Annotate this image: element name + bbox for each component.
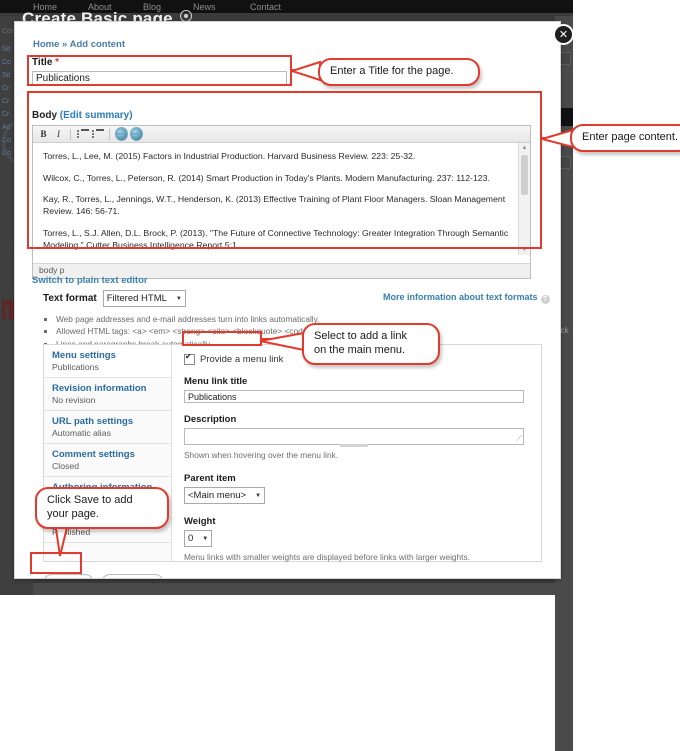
tab-title: Revision information	[52, 383, 147, 394]
preview-button[interactable]: Preview	[100, 574, 165, 578]
parent-item-select[interactable]: <Main menu> ▼	[184, 487, 266, 504]
description-label: Description	[184, 414, 237, 425]
text-format-label: Text format	[43, 293, 97, 304]
description-hint: Shown when hovering over the menu link.	[184, 450, 339, 460]
scroll-down-icon[interactable]: ▼	[519, 245, 530, 255]
sidebar-item-revision-information[interactable]: Revision information No revision	[44, 378, 171, 411]
background-bottom-bar	[33, 583, 555, 595]
required-asterisk: *	[55, 57, 60, 68]
bulleted-list-icon[interactable]	[91, 128, 104, 141]
chevron-down-icon: ▼	[202, 535, 209, 542]
toolbar-separator	[70, 128, 71, 140]
link-globe-icon[interactable]	[115, 127, 128, 141]
nav-item-contact[interactable]: Contact	[250, 2, 281, 12]
description-textarea[interactable]: ⟋	[184, 428, 524, 447]
text-format-selected-value: Filtered HTML	[106, 293, 167, 304]
ghost-link: Cr	[2, 111, 10, 118]
callout-body: Enter page content.	[570, 124, 680, 152]
edit-summary-link[interactable]: (Edit summary)	[60, 110, 133, 121]
editor-paragraph: Torres, L., C. Unahabhokha. (2012). "Mas…	[43, 261, 520, 263]
toolbar-separator	[109, 128, 110, 140]
parent-item-label: Parent item	[184, 473, 236, 484]
weight-hint: Menu links with smaller weights are disp…	[184, 552, 470, 562]
tab-summary: Publications	[52, 362, 99, 372]
title-field-group: Title *	[32, 57, 292, 86]
background-logo-mark: |'||	[1, 298, 16, 320]
editor-toolbar: B I	[33, 126, 530, 143]
chevron-down-icon: ▼	[255, 492, 262, 499]
breadcrumb[interactable]: Home » Add content	[33, 39, 125, 50]
tip-item: Web page addresses and e-mail addresses …	[56, 313, 540, 325]
tab-summary: No revision	[52, 395, 96, 405]
editor-paragraph: Kay, R., Torres, L., Jennings, W.T., Hen…	[43, 194, 506, 217]
close-icon[interactable]: ✕	[553, 24, 574, 45]
parent-item-value: <Main menu>	[188, 490, 247, 501]
editor-scrollbar[interactable]: ▲ ▼	[518, 143, 530, 255]
sidebar-item-url-path-settings[interactable]: URL path settings Automatic alias	[44, 411, 171, 444]
tab-title: URL path settings	[52, 416, 134, 427]
unlink-globe-icon[interactable]	[130, 127, 143, 141]
ghost-link: Cr	[2, 98, 10, 105]
body-field-group: Body (Edit summary) B I Torres, L., Lee,…	[32, 110, 537, 279]
background-white-right	[573, 0, 680, 595]
title-label: Title *	[32, 57, 292, 68]
tab-summary: Closed	[52, 461, 80, 471]
editor-paragraph: Torres, L., Lee, M. (2015) Factors in In…	[43, 151, 416, 161]
ghost-link: Co	[2, 59, 11, 66]
more-information-about-text-formats-link[interactable]: More information about text formats?	[383, 292, 550, 304]
sidebar-item-menu-settings[interactable]: Menu settings Publications	[44, 345, 171, 378]
title-input[interactable]	[32, 71, 287, 86]
switch-to-plain-text-editor-link[interactable]: Switch to plain text editor	[32, 275, 148, 286]
bold-icon[interactable]: B	[37, 128, 50, 141]
ghost-link: Sit	[2, 46, 11, 53]
weight-label: Weight	[184, 516, 216, 527]
form-actions: Save Preview	[43, 574, 165, 578]
callout-title: Enter a Title for the page.	[318, 58, 480, 86]
menu-link-title-input[interactable]	[184, 390, 524, 403]
resize-grip-icon[interactable]: ⟋	[516, 434, 522, 444]
title-label-text: Title	[32, 57, 53, 68]
more-info-text: More information about text formats	[383, 292, 538, 302]
chevron-down-icon: ▼	[175, 295, 182, 302]
rich-text-editor: B I Torres, L., Lee, M. (2015) Factors i…	[32, 125, 531, 279]
scroll-up-icon[interactable]: ▲	[519, 143, 530, 153]
provide-menu-link-checkbox[interactable]	[184, 352, 195, 365]
editor-paragraph: Wilcox, C., Torres, L., Peterson, R. (20…	[43, 172, 490, 183]
textarea-drag-handle[interactable]	[340, 444, 368, 447]
text-format-select[interactable]: Filtered HTML ▼	[102, 290, 186, 307]
tab-title: Menu settings	[52, 350, 116, 361]
callout-save: Click Save to add your page.	[35, 487, 169, 529]
tab-summary: Automatic alias	[52, 428, 111, 438]
menu-link-title-label: Menu link title	[184, 376, 248, 387]
body-label: Body (Edit summary)	[32, 110, 537, 121]
editor-content-area[interactable]: Torres, L., Lee, M. (2015) Factors in In…	[33, 143, 530, 263]
italic-icon[interactable]: I	[52, 128, 65, 141]
sidebar-item-comment-settings[interactable]: Comment settings Closed	[44, 444, 171, 477]
help-icon[interactable]: ?	[540, 295, 550, 304]
ghost-link: Sit	[2, 72, 11, 79]
scrollbar-thumb[interactable]	[521, 155, 528, 195]
numbered-list-icon[interactable]	[76, 128, 89, 141]
ghost-link: Cr	[2, 85, 10, 92]
nav-item-news[interactable]: News	[193, 2, 216, 12]
callout-menu-link: Select to add a link on the main menu.	[302, 323, 440, 365]
weight-select[interactable]: 0 ▼	[184, 530, 213, 547]
vertical-tabs: Menu settings Publications Revision info…	[43, 344, 542, 562]
body-label-text: Body	[32, 110, 57, 121]
save-button[interactable]: Save	[43, 574, 94, 578]
provide-menu-link-label: Provide a menu link	[200, 354, 284, 365]
weight-value: 0	[188, 533, 194, 544]
menu-settings-panel: Provide a menu link Menu link title Desc…	[172, 345, 541, 562]
editor-paragraph: Torres, L., S.J. Allen, D.L. Brock, P. (…	[43, 227, 509, 250]
tab-title: Comment settings	[52, 449, 135, 460]
